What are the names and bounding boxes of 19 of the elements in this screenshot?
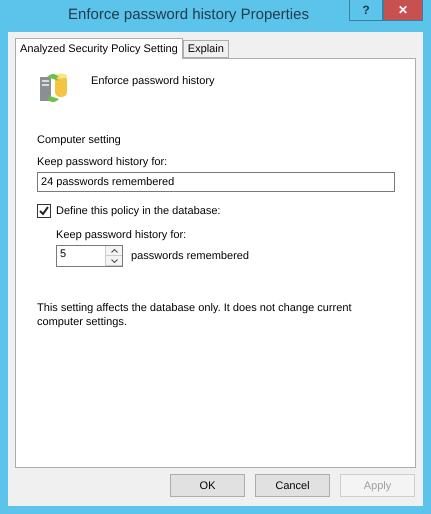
number-spinner[interactable]: 5 (56, 245, 123, 267)
note-text: This setting affects the database only. It does not change current computer settings. (37, 301, 353, 329)
spin-up-button[interactable] (106, 246, 122, 256)
checkbox-label[interactable]: Define this policy in the database: (56, 204, 220, 218)
dialog-button[interactable]: Cancel (255, 474, 330, 497)
tab[interactable]: Analyzed Security Policy Setting (15, 38, 183, 59)
field-label: Keep password history for: (56, 228, 188, 242)
field-label: Keep password history for: (37, 155, 168, 169)
window-title: Enforce password history Properties (67, 6, 310, 23)
section-heading: Computer setting (37, 133, 122, 147)
dialog-button[interactable]: OK (170, 474, 245, 497)
spin-down-button[interactable] (106, 256, 122, 266)
tab[interactable]: Explain (182, 40, 229, 58)
unit-label: passwords remembered (131, 249, 249, 263)
help-button[interactable]: ? (349, 0, 383, 21)
policy-name: Enforce password history (91, 74, 214, 88)
close-button[interactable]: ✕ (383, 0, 423, 21)
checkbox[interactable] (37, 204, 51, 218)
setting-value-field: 24 passwords remembered (37, 172, 395, 192)
